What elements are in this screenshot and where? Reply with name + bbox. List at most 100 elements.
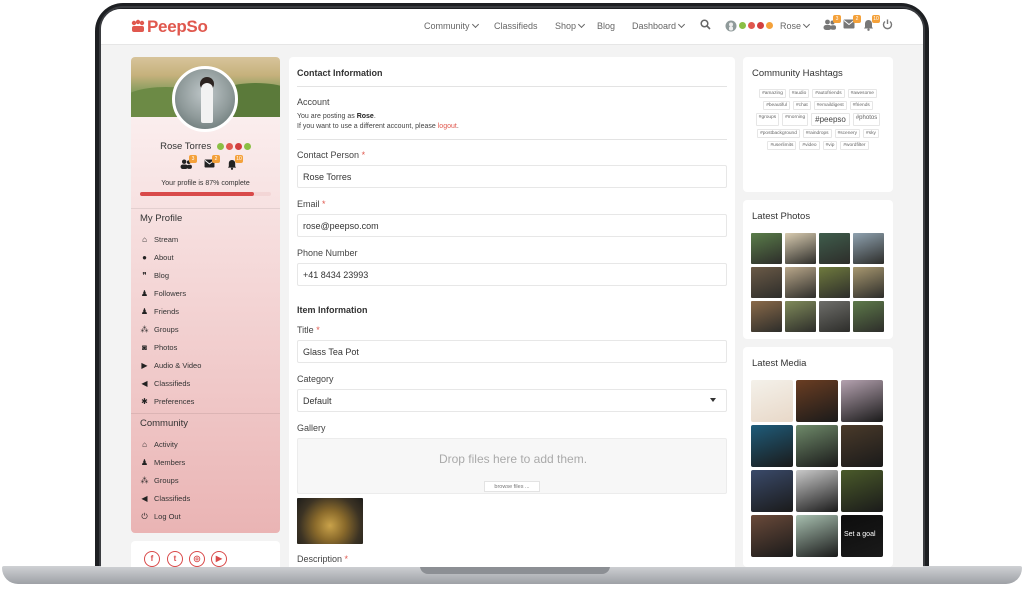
media-thumbnail[interactable]: Set a goal xyxy=(841,515,883,557)
hashtag-chip[interactable]: #emaildigest xyxy=(813,101,847,110)
youtube-icon[interactable]: ▶ xyxy=(211,551,227,567)
media-thumbnail[interactable] xyxy=(751,425,793,467)
profile-status-dots xyxy=(216,143,251,150)
user-avatar-small[interactable] xyxy=(724,20,738,34)
photo-thumbnail[interactable] xyxy=(853,267,884,298)
menu-item-groups[interactable]: ⁂ Groups xyxy=(140,325,179,334)
photo-thumbnail[interactable] xyxy=(853,233,884,264)
media-thumbnail[interactable] xyxy=(841,470,883,512)
menu-item-friends[interactable]: ♟ Friends xyxy=(140,307,179,316)
gallery-dropzone[interactable]: Drop files here to add them. browse file… xyxy=(297,438,727,494)
group-icon: ⁂ xyxy=(140,325,149,334)
email-input[interactable]: rose@peepso.com xyxy=(297,214,727,237)
notifications-bell-icon[interactable]: 10 xyxy=(861,15,880,33)
search-icon[interactable] xyxy=(698,19,712,33)
photo-thumbnail[interactable] xyxy=(785,301,816,332)
hashtag-chip[interactable]: #userlimits xyxy=(767,141,797,150)
notifications-bell-icon[interactable]: 10 xyxy=(226,155,243,171)
contact-person-input[interactable]: Rose Torres xyxy=(297,165,727,188)
profile-avatar[interactable] xyxy=(172,66,238,132)
caret-down-icon xyxy=(710,398,716,402)
hashtag-chip[interactable]: #amazing xyxy=(759,89,786,98)
hashtag-chip[interactable]: #vip xyxy=(822,141,838,150)
hashtag-chip[interactable]: #video xyxy=(799,141,820,150)
facebook-icon[interactable]: f xyxy=(144,551,160,567)
hashtag-chip[interactable]: #friends xyxy=(849,101,873,110)
logout-link[interactable]: logout xyxy=(438,123,457,130)
messages-icon[interactable]: 2 xyxy=(842,15,861,33)
power-icon[interactable] xyxy=(880,19,894,33)
hashtag-chip[interactable]: #raindrops xyxy=(802,129,832,138)
media-thumbnail[interactable] xyxy=(751,380,793,422)
hashtag-chip[interactable]: #chat xyxy=(793,101,811,110)
nav-blog[interactable]: Blog xyxy=(597,21,615,31)
media-thumbnail[interactable] xyxy=(751,470,793,512)
nav-community[interactable]: Community xyxy=(424,20,479,31)
community-item-groups[interactable]: ⁂ Groups xyxy=(140,476,179,485)
community-item-logout[interactable]: ⏻ Log Out xyxy=(140,512,180,522)
menu-item-blog[interactable]: ❞ Blog xyxy=(140,271,169,280)
media-thumbnail[interactable] xyxy=(796,515,838,557)
hashtag-chip[interactable]: #autofriends xyxy=(812,89,845,98)
media-thumbnail[interactable] xyxy=(796,470,838,512)
user-check-icon: ♟ xyxy=(140,289,149,298)
photo-thumbnail[interactable] xyxy=(751,267,782,298)
friends-icon[interactable]: 3 xyxy=(180,155,197,171)
laptop-notch xyxy=(420,566,610,574)
media-thumbnail[interactable] xyxy=(796,380,838,422)
menu-item-about[interactable]: ● About xyxy=(140,253,174,262)
browse-files-button[interactable]: browse files ... xyxy=(484,481,540,492)
photo-thumbnail[interactable] xyxy=(751,301,782,332)
hashtag-chip[interactable]: #morning xyxy=(782,113,809,126)
messages-icon[interactable]: 2 xyxy=(203,155,220,171)
hashtag-chip[interactable]: #groups xyxy=(755,113,780,126)
menu-item-classifieds[interactable]: ◀ Classifieds xyxy=(140,379,190,388)
hashtag-chip[interactable]: #postbackground xyxy=(757,129,800,138)
menu-item-photos[interactable]: ◙ Photos xyxy=(140,343,177,352)
hashtag-chip[interactable]: #awesome xyxy=(847,89,877,98)
photo-thumbnail[interactable] xyxy=(819,267,850,298)
gallery-thumbnail-teapot[interactable] xyxy=(297,498,363,544)
status-dot-icon xyxy=(739,22,746,29)
phone-input[interactable]: +41 8434 23993 xyxy=(297,263,727,286)
photo-thumbnail[interactable] xyxy=(785,233,816,264)
nav-dashboard[interactable]: Dashboard xyxy=(632,20,686,31)
title-input[interactable]: Glass Tea Pot xyxy=(297,340,727,363)
media-thumbnail[interactable] xyxy=(841,425,883,467)
photo-thumbnail[interactable] xyxy=(785,267,816,298)
hashtag-chip[interactable]: #beautiful xyxy=(763,101,791,110)
chevron-down-icon xyxy=(471,20,479,29)
messages-badge: 2 xyxy=(212,155,220,163)
gallery-label: Gallery xyxy=(297,423,326,433)
media-thumbnail[interactable] xyxy=(796,425,838,467)
media-thumbnail[interactable] xyxy=(841,380,883,422)
hashtag-list: #amazing #audio #autofriends #awesome #beaut… xyxy=(751,89,885,150)
hashtag-chip[interactable]: #photos xyxy=(852,113,881,126)
twitter-icon[interactable]: t xyxy=(167,551,183,567)
menu-item-followers[interactable]: ♟ Followers xyxy=(140,289,186,298)
nav-user-menu[interactable]: Rose xyxy=(780,20,811,31)
nav-classifieds[interactable]: Classifieds xyxy=(494,21,538,31)
hashtag-chip[interactable]: #sky xyxy=(863,129,879,138)
photo-thumbnail[interactable] xyxy=(819,233,850,264)
photo-thumbnail[interactable] xyxy=(853,301,884,332)
hashtag-chip[interactable]: #scenery xyxy=(834,129,861,138)
community-item-members[interactable]: ♟ Members xyxy=(140,458,185,467)
hashtag-chip[interactable]: #peepso xyxy=(811,113,850,126)
menu-item-audio-video[interactable]: ▶ Audio & Video xyxy=(140,361,201,370)
menu-item-preferences[interactable]: ✱ Preferences xyxy=(140,397,194,406)
category-select[interactable]: Default xyxy=(297,389,727,412)
hashtag-chip[interactable]: #wordfilter xyxy=(840,141,869,150)
peepso-logo[interactable]: PeepSo xyxy=(131,17,208,37)
profile-name[interactable]: Rose Torres xyxy=(131,141,280,152)
community-item-activity[interactable]: ⌂ Activity xyxy=(140,440,178,449)
hashtag-chip[interactable]: #audio xyxy=(788,89,810,98)
menu-item-stream[interactable]: ⌂ Stream xyxy=(140,235,178,244)
nav-shop[interactable]: Shop xyxy=(555,20,586,31)
media-thumbnail[interactable] xyxy=(751,515,793,557)
community-item-classifieds[interactable]: ◀ Classifieds xyxy=(140,494,190,503)
instagram-icon[interactable]: ◎ xyxy=(189,551,205,567)
photo-thumbnail[interactable] xyxy=(751,233,782,264)
photo-thumbnail[interactable] xyxy=(819,301,850,332)
friends-icon[interactable]: 3 xyxy=(822,15,841,33)
